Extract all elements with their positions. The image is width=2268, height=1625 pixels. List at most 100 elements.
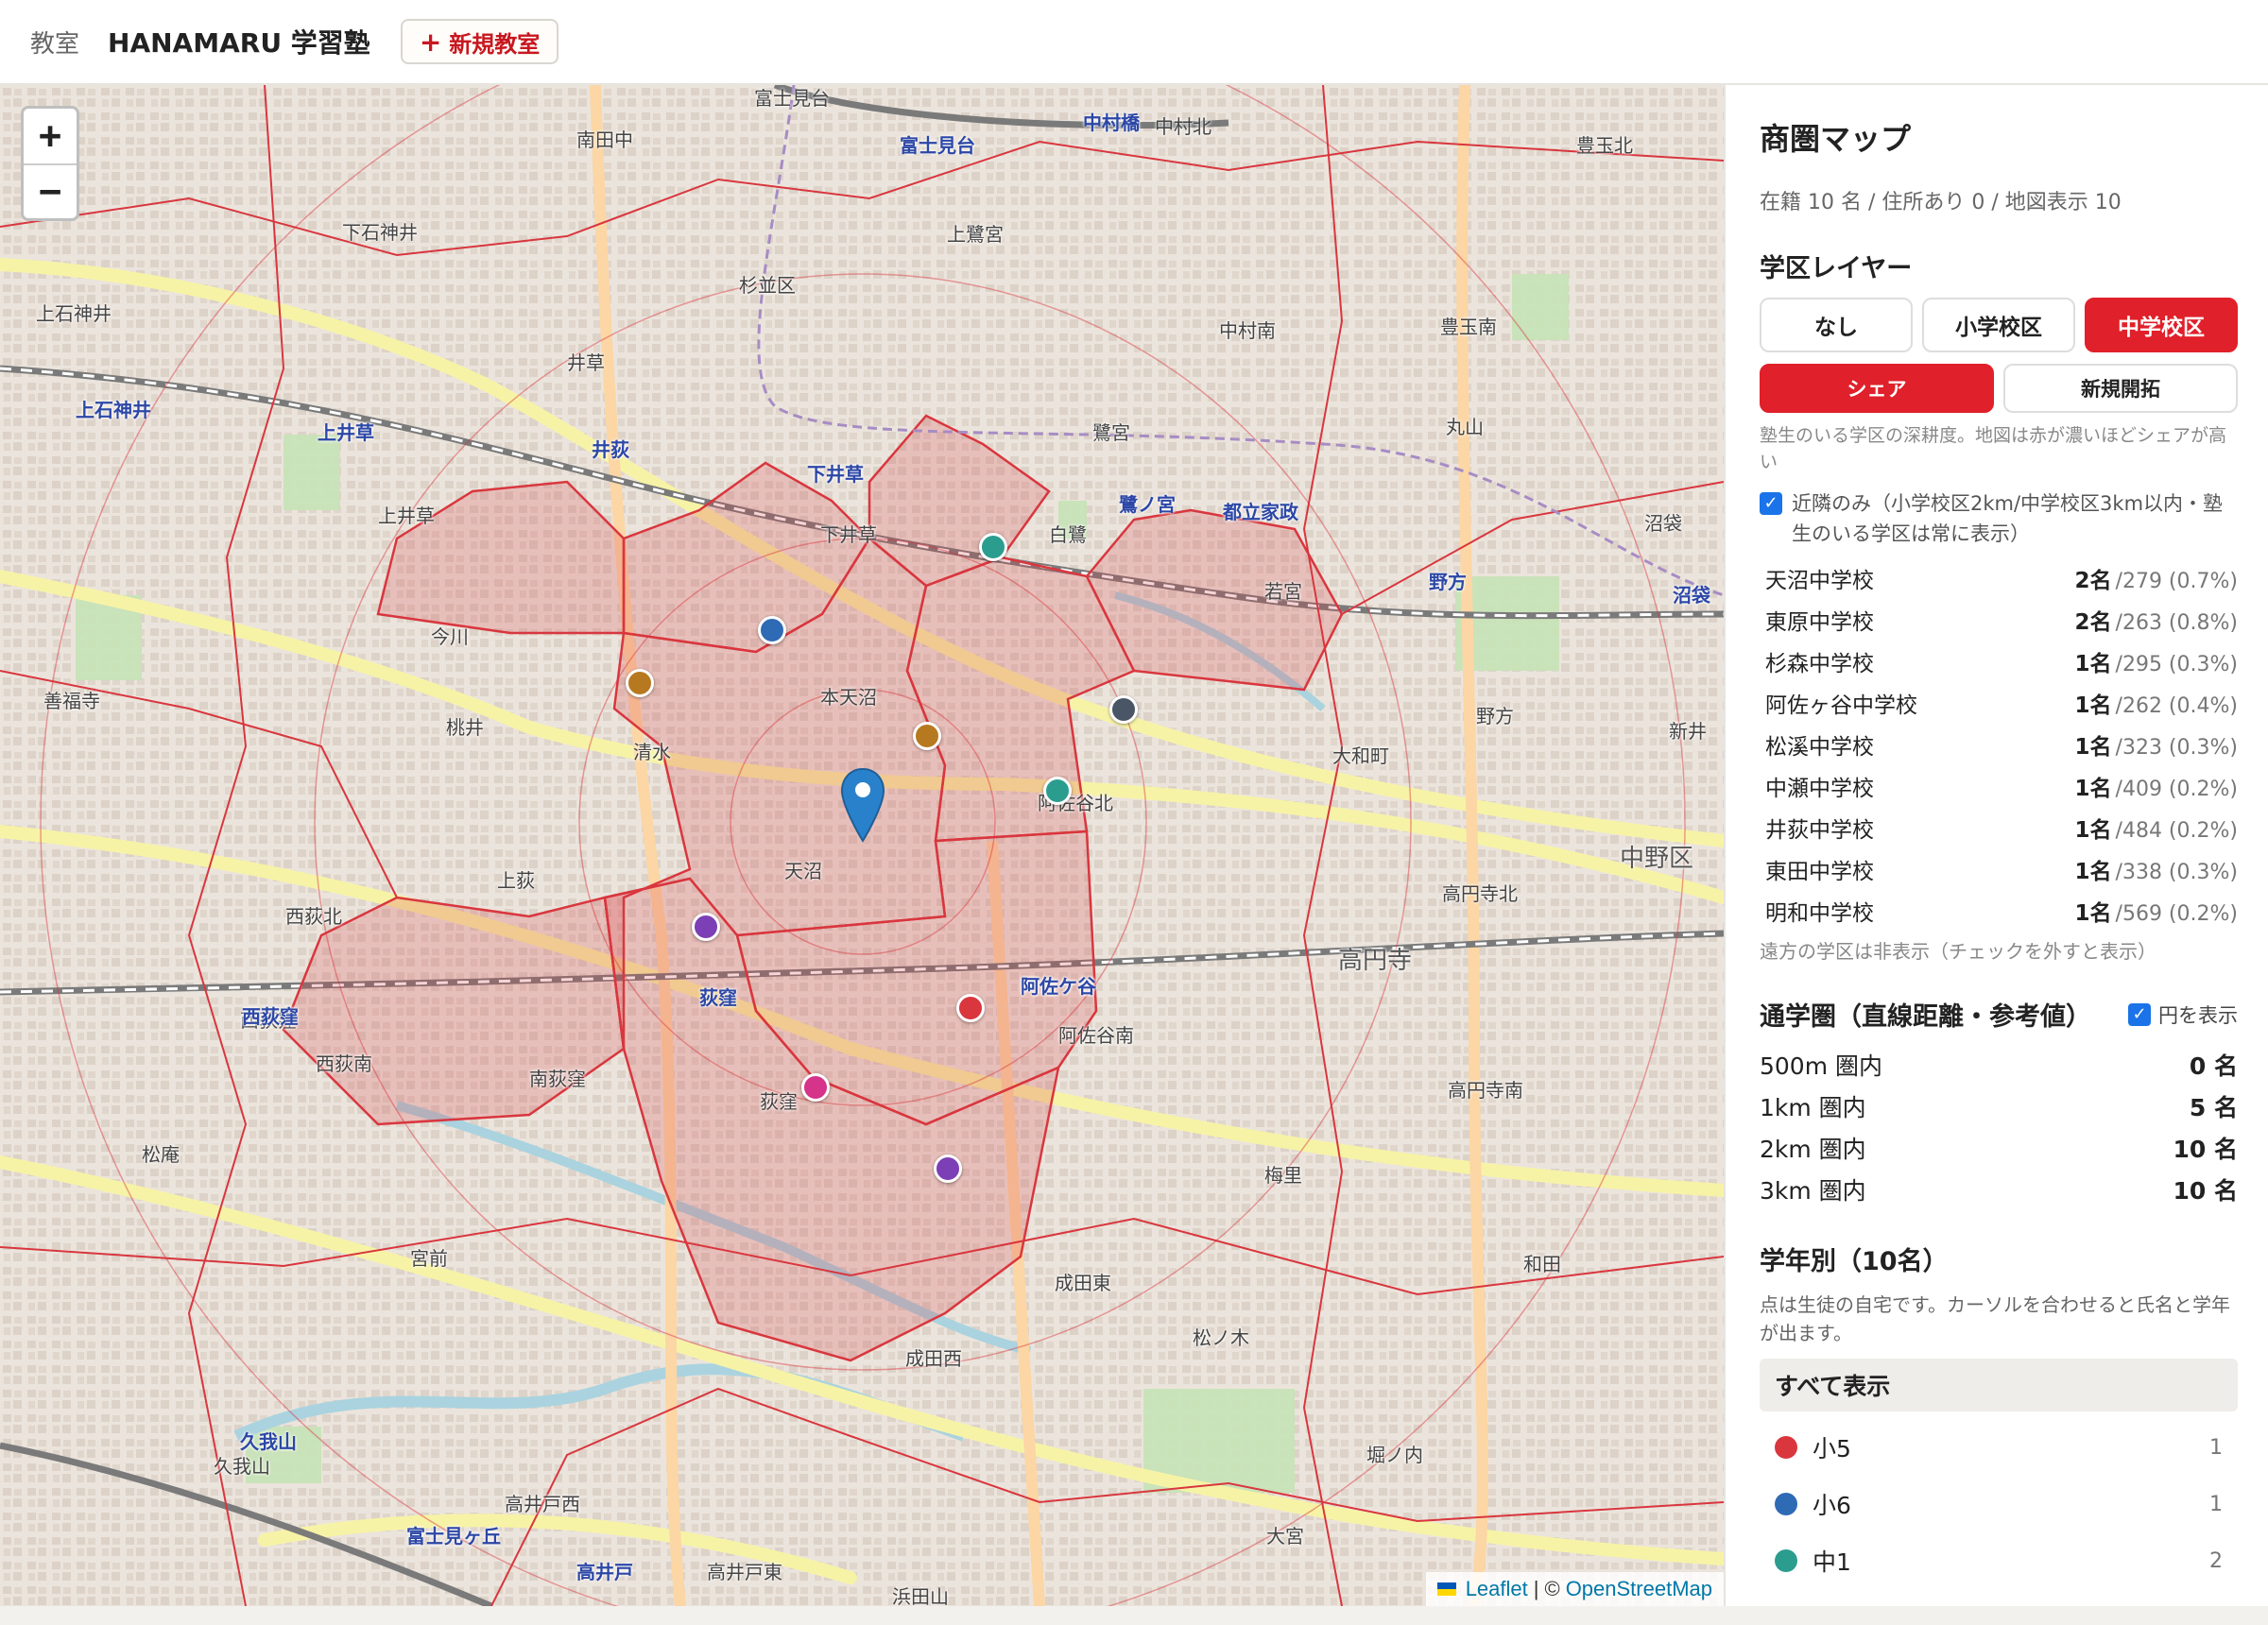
school-name: 井荻中学校 bbox=[1765, 818, 1874, 843]
school-name: 松溪中学校 bbox=[1765, 735, 1874, 760]
school-name: 阿佐ヶ谷中学校 bbox=[1765, 693, 1917, 718]
zoom-in-button[interactable]: + bbox=[24, 109, 77, 163]
map-label: 杉並区 bbox=[739, 274, 796, 297]
grade-filter-item[interactable]: 小5 1 bbox=[1760, 1419, 2238, 1476]
map-label: 浜田山 bbox=[892, 1585, 949, 1606]
zoom-out-button[interactable]: − bbox=[24, 163, 77, 218]
classroom-selector[interactable]: HANAMARU 学習塾 bbox=[108, 23, 370, 60]
student-marker[interactable] bbox=[934, 1155, 962, 1183]
map-canvas[interactable]: 富士見台 南田中 中村北 豊玉北 下石神井 上鷺宮 上石神井 中村南 豊玉南 井… bbox=[0, 85, 1724, 1606]
map-label: 成田西 bbox=[905, 1347, 962, 1370]
school-total: /279 (0.7%) bbox=[2115, 570, 2238, 593]
osm-link[interactable]: OpenStreetMap bbox=[1566, 1577, 1712, 1601]
map-label: 大和町 bbox=[1332, 744, 1389, 767]
school-count: 1名 bbox=[2074, 901, 2112, 926]
station-label: 富士見台 bbox=[900, 134, 975, 157]
station-label: 荻窪 bbox=[699, 986, 737, 1009]
map-label: 上荻 bbox=[497, 869, 535, 892]
enrollment-summary: 在籍 10 名 / 住所あり 0 / 地図表示 10 bbox=[1760, 191, 2122, 214]
show-all-grades-button[interactable]: すべて表示 bbox=[1760, 1359, 2238, 1411]
school-total: /295 (0.3%) bbox=[2115, 653, 2238, 676]
map-label: 宮前 bbox=[410, 1247, 448, 1270]
school-row: 松溪中学校 1名/323 (0.3%) bbox=[1760, 728, 2238, 770]
grade-filter-item[interactable]: 中22 bbox=[1760, 1589, 2238, 1606]
radius-label: 1km 圏内 bbox=[1760, 1094, 1866, 1121]
student-marker[interactable] bbox=[758, 616, 786, 644]
map-label: 中村南 bbox=[1219, 319, 1276, 342]
map-label: 天沼 bbox=[784, 860, 822, 882]
school-row: 東原中学校 2名/263 (0.8%) bbox=[1760, 604, 2238, 645]
student-marker[interactable] bbox=[692, 913, 720, 941]
grade-color-dot bbox=[1775, 1549, 1797, 1572]
layer-heading: 学区レイヤー bbox=[1760, 254, 1913, 283]
school-row: 阿佐ヶ谷中学校 1名/262 (0.4%) bbox=[1760, 687, 2238, 728]
map-label: 井草 bbox=[567, 351, 605, 374]
classroom-label: 教室 bbox=[30, 29, 80, 59]
school-row: 明和中学校 1名/569 (0.2%) bbox=[1760, 895, 2238, 936]
leaflet-link[interactable]: Leaflet bbox=[1466, 1577, 1528, 1601]
layer-junior-high-button[interactable]: 中学校区 bbox=[2085, 298, 2238, 352]
radius-row: 500m 圏内 0 名 bbox=[1760, 1044, 2238, 1086]
map-label: 松ノ木 bbox=[1193, 1326, 1249, 1349]
station-label: 鷺ノ宮 bbox=[1119, 493, 1176, 516]
school-name: 東原中学校 bbox=[1765, 610, 1874, 635]
map-label: 高円寺 bbox=[1338, 947, 1413, 975]
student-marker[interactable] bbox=[913, 722, 941, 750]
school-count: 1名 bbox=[2074, 777, 2112, 801]
nearby-only-toggle[interactable]: ✓ 近隣のみ（小学校区2km/中学校区3km以内・塾生のいる学区は常に表示） bbox=[1760, 488, 2238, 549]
school-total: /484 (0.2%) bbox=[2115, 819, 2238, 843]
radius-label: 500m 圏内 bbox=[1760, 1052, 1883, 1080]
checkbox-checked-icon[interactable]: ✓ bbox=[2128, 1002, 2151, 1026]
show-circles-label: 円を表示 bbox=[2158, 1003, 2238, 1027]
map-label: 白鷺 bbox=[1049, 523, 1087, 546]
map-label: 下石神井 bbox=[342, 221, 418, 244]
nearby-only-label: 近隣のみ（小学校区2km/中学校区3km以内・塾生のいる学区は常に表示） bbox=[1792, 492, 2224, 545]
map-label: 高井戸西 bbox=[505, 1493, 580, 1515]
radius-value: 0 名 bbox=[2189, 1052, 2238, 1080]
map-label: 桃井 bbox=[446, 716, 484, 739]
grade-count: 1 bbox=[2209, 1435, 2223, 1460]
student-marker[interactable] bbox=[801, 1073, 830, 1102]
map-label: 和田 bbox=[1523, 1253, 1561, 1275]
map-label: 南荻窪 bbox=[529, 1068, 586, 1090]
new-classroom-button[interactable]: + 新規教室 bbox=[400, 19, 559, 64]
radius-label: 3km 圏内 bbox=[1760, 1177, 1866, 1205]
grade-filter-item[interactable]: 中1 2 bbox=[1760, 1532, 2238, 1589]
classroom-pin-icon[interactable] bbox=[839, 767, 886, 843]
school-total: /323 (0.3%) bbox=[2115, 736, 2238, 760]
school-row: 天沼中学校 2名/279 (0.7%) bbox=[1760, 562, 2238, 604]
map-label: 西荻北 bbox=[285, 905, 342, 928]
grade-color-dot bbox=[1775, 1436, 1797, 1459]
map-label: 上鷺宮 bbox=[947, 223, 1004, 246]
school-total: /262 (0.4%) bbox=[2115, 694, 2238, 718]
grade-filter-item[interactable]: 小6 1 bbox=[1760, 1476, 2238, 1532]
student-marker[interactable] bbox=[626, 669, 654, 697]
layer-elementary-button[interactable]: 小学校区 bbox=[1922, 298, 2075, 352]
school-count: 2名 bbox=[2074, 569, 2112, 593]
trade-area-panel: 商圏マップ 在籍 10 名 / 住所あり 0 / 地図表示 10 学区レイヤー … bbox=[1724, 85, 2268, 1606]
student-marker[interactable] bbox=[1109, 695, 1138, 724]
mode-share-button[interactable]: シェア bbox=[1760, 364, 1994, 413]
map-label: 新井 bbox=[1669, 720, 1707, 743]
student-marker[interactable] bbox=[956, 994, 985, 1022]
school-count: 1名 bbox=[2074, 860, 2112, 884]
radius-row: 2km 圏内 10 名 bbox=[1760, 1127, 2238, 1169]
layer-none-button[interactable]: なし bbox=[1760, 298, 1913, 352]
map-label: 豊玉北 bbox=[1576, 134, 1633, 157]
student-marker[interactable] bbox=[1043, 777, 1072, 805]
map-label: 清水 bbox=[633, 741, 671, 763]
show-circles-toggle[interactable]: ✓ 円を表示 bbox=[2128, 1001, 2238, 1029]
map-label: 若宮 bbox=[1264, 580, 1302, 603]
station-label: 阿佐ケ谷 bbox=[1021, 975, 1096, 998]
map-label: 成田東 bbox=[1055, 1272, 1111, 1294]
radius-value: 5 名 bbox=[2189, 1094, 2238, 1121]
mode-new-button[interactable]: 新規開拓 bbox=[2003, 364, 2238, 413]
map-label: 荻窪 bbox=[760, 1090, 798, 1113]
map-label: 今川 bbox=[431, 625, 469, 648]
checkbox-checked-icon[interactable]: ✓ bbox=[1760, 492, 1782, 515]
station-label: 沼袋 bbox=[1673, 584, 1710, 607]
student-marker[interactable] bbox=[979, 533, 1007, 561]
school-count: 2名 bbox=[2074, 610, 2112, 635]
station-label: 都立家政 bbox=[1223, 501, 1298, 523]
plus-icon: + bbox=[419, 26, 442, 58]
